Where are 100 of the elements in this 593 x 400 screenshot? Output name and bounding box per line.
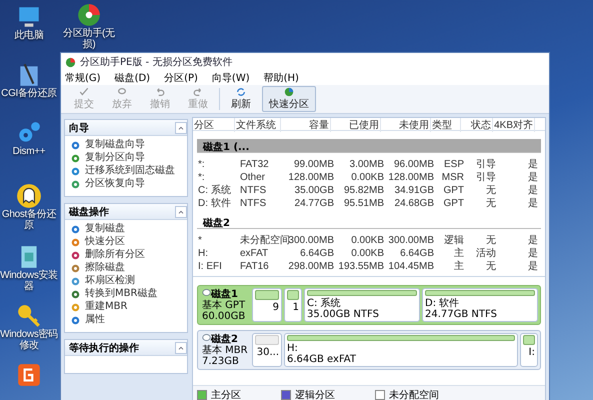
column-header[interactable]: 分区 bbox=[193, 118, 235, 132]
table-cell-text: 无 bbox=[485, 260, 497, 273]
column-header[interactable]: 状态 bbox=[461, 118, 493, 132]
desktop-icon-label[interactable]: Windows密码修改 bbox=[0, 329, 58, 351]
disk-group-header[interactable]: 磁盘1 (... bbox=[197, 139, 541, 153]
sidebar-item[interactable]: 转换到MBR磁盘 bbox=[85, 288, 158, 300]
sidebar-item[interactable]: 复制磁盘 bbox=[85, 223, 125, 235]
partition-block[interactable]: 30... bbox=[252, 333, 282, 367]
table-cell-text: 128.00MB bbox=[387, 172, 435, 182]
column-header[interactable]: 容量 bbox=[281, 118, 331, 132]
disc-icon bbox=[71, 140, 80, 150]
partition-name: I: bbox=[528, 347, 535, 358]
table-cell-text: 活动 bbox=[475, 247, 497, 260]
partition-block[interactable]: 1 bbox=[284, 288, 302, 322]
disc-icon bbox=[71, 302, 80, 312]
table-cell-text: 逻辑 bbox=[443, 234, 465, 247]
sidebar-item[interactable]: 分区恢复向导 bbox=[85, 178, 145, 190]
desktop-icon-label[interactable]: CGI备份还原 bbox=[1, 88, 57, 99]
table-cell-text: 无 bbox=[485, 234, 497, 247]
refresh-icon bbox=[234, 87, 248, 97]
table-cell-text: * bbox=[197, 234, 203, 246]
legend-label: 未分配空间 bbox=[389, 388, 439, 400]
menu-item[interactable]: 常规(G) bbox=[65, 71, 101, 85]
table-cell-text: 是 bbox=[527, 260, 539, 273]
sidebar-item[interactable]: 删除所有分区 bbox=[85, 249, 145, 261]
menu-item[interactable]: 帮助(H) bbox=[264, 71, 299, 85]
desktop-icon-label[interactable]: Windows安装器 bbox=[0, 270, 58, 292]
table-cell-text: 是 bbox=[527, 158, 539, 171]
panel-title: 向导 bbox=[69, 122, 89, 134]
table-cell-text: GPT bbox=[442, 184, 465, 196]
toolbar-button[interactable]: 刷新 bbox=[224, 86, 258, 112]
partition-block[interactable]: 9 bbox=[252, 288, 282, 322]
partition-size: 24.77GB NTFS bbox=[425, 309, 498, 320]
table-cell-text: 24.68GB bbox=[394, 198, 435, 208]
disc-icon bbox=[71, 290, 80, 298]
desktop-icon-label[interactable]: 分区助手(无损) bbox=[60, 28, 118, 50]
disc-icon bbox=[71, 250, 80, 260]
sidebar-item[interactable]: 属性 bbox=[85, 314, 105, 326]
collapse-button[interactable] bbox=[175, 206, 187, 218]
key-icon bbox=[16, 303, 42, 329]
disc-icon bbox=[71, 180, 80, 188]
disk-group-header[interactable]: 磁盘2 bbox=[197, 215, 541, 229]
toolbar-button[interactable]: 快速分区 bbox=[262, 86, 316, 112]
table-cell-text: 34.91GB bbox=[394, 184, 435, 196]
menu-item[interactable]: 分区(P) bbox=[164, 71, 198, 85]
desktop-icon-label[interactable]: Dism++ bbox=[12, 146, 46, 157]
menu-item[interactable]: 向导(W) bbox=[212, 71, 250, 85]
disk-type: 基本 GPT bbox=[202, 300, 246, 311]
table-cell-text: 3.00MB bbox=[348, 158, 385, 170]
chevron-up-icon bbox=[178, 126, 184, 130]
desktop-icon-label[interactable]: 此电脑 bbox=[14, 30, 44, 41]
chevron-up-icon bbox=[178, 346, 184, 350]
partition-block[interactable]: I: bbox=[520, 333, 538, 367]
disc-icon bbox=[71, 316, 80, 324]
sidebar-item[interactable]: 复制分区向导 bbox=[85, 152, 145, 164]
partition-size: 35.00GB NTFS bbox=[307, 309, 380, 320]
sidebar-item[interactable]: 擦除磁盘 bbox=[85, 262, 125, 274]
table-cell-text: *: bbox=[197, 172, 206, 182]
column-header[interactable]: 4KB对齐 bbox=[493, 118, 535, 132]
column-header[interactable]: 已使用 bbox=[331, 118, 381, 132]
table-cell-text: 引导 bbox=[475, 158, 497, 171]
table-cell-text: FAT32 bbox=[239, 158, 270, 170]
column-header[interactable]: 未使用 bbox=[381, 118, 431, 132]
app-icon bbox=[16, 362, 42, 388]
table-cell-text: 298.00MB bbox=[287, 260, 335, 272]
partition-size: 6.64GB exFAT bbox=[287, 354, 357, 365]
table-cell-text: 0.00KB bbox=[350, 248, 385, 258]
table-cell-text: 6.64GB bbox=[299, 248, 335, 258]
table-cell-text: 主 bbox=[453, 246, 465, 260]
app-logo-icon bbox=[65, 56, 76, 68]
pie-disk-icon bbox=[76, 2, 102, 28]
table-cell-text: H: bbox=[197, 248, 209, 258]
disk-name: 磁盘2 bbox=[211, 334, 238, 345]
collapse-button[interactable] bbox=[175, 342, 187, 354]
legend-label: 主分区 bbox=[211, 388, 241, 400]
table-cell-text: 300.00MB bbox=[288, 234, 335, 246]
menu-item[interactable]: 磁盘(D) bbox=[114, 71, 150, 85]
partition-size: 9 bbox=[272, 302, 279, 313]
sidebar-item[interactable]: 迁移系统到固态磁盘 bbox=[85, 165, 175, 177]
table-cell-text: 是 bbox=[527, 247, 539, 260]
table-cell-text: ESP bbox=[442, 158, 465, 170]
ring-icon bbox=[115, 87, 129, 97]
disc-icon bbox=[71, 224, 80, 234]
column-header[interactable]: 类型 bbox=[431, 118, 461, 132]
partition-block[interactable]: C: 系统 35.00GB NTFS bbox=[304, 288, 420, 322]
partition-block[interactable]: H: 6.64GB exFAT bbox=[284, 333, 518, 367]
partition-block[interactable]: D: 软件 24.77GB NTFS bbox=[422, 288, 538, 322]
desktop-icon-label[interactable]: Ghost备份还原 bbox=[0, 209, 58, 231]
sidebar-item[interactable]: 重建MBR bbox=[85, 301, 128, 313]
disk-name: 磁盘1 bbox=[211, 289, 238, 300]
collapse-button[interactable] bbox=[175, 122, 187, 134]
table-cell-text: 是 bbox=[527, 234, 539, 247]
column-header[interactable]: 文件系统 bbox=[235, 118, 281, 132]
disc-icon bbox=[71, 154, 80, 162]
sidebar-item[interactable]: 复制磁盘向导 bbox=[85, 139, 145, 151]
panel-title: 等待执行的操作 bbox=[69, 342, 139, 354]
table-cell-text: I: EFI bbox=[197, 260, 223, 272]
sidebar-item[interactable]: 坏扇区检测 bbox=[85, 275, 135, 287]
sidebar-item[interactable]: 快速分区 bbox=[85, 236, 125, 248]
chevron-up-icon bbox=[178, 210, 184, 214]
